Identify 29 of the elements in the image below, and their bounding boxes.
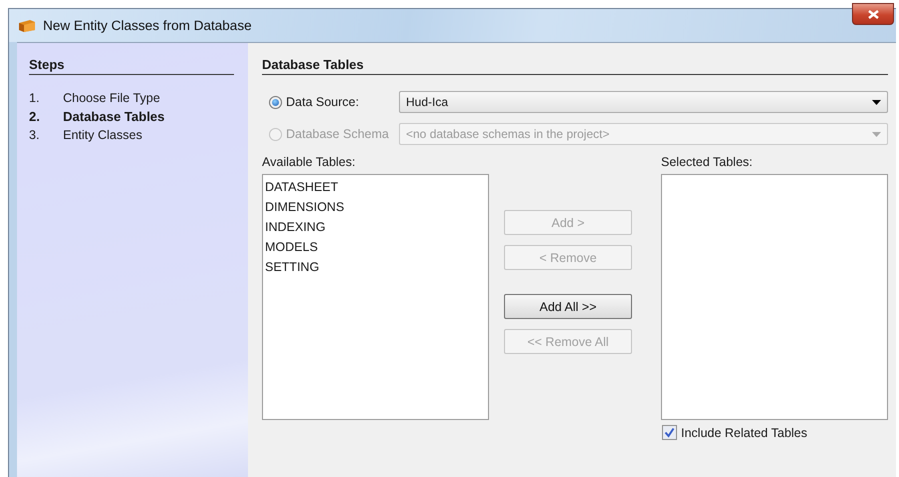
- list-item[interactable]: MODELS: [265, 237, 486, 257]
- section-heading: Database Tables: [262, 57, 888, 75]
- window-title: New Entity Classes from Database: [43, 18, 252, 33]
- dropdown-arrow-icon: [872, 132, 881, 136]
- close-icon: [868, 10, 878, 18]
- close-button[interactable]: [852, 3, 894, 25]
- dropdown[interactable]: Hud-Ica: [399, 91, 888, 113]
- add-all-button[interactable]: Add All >>: [504, 294, 632, 319]
- available-tables-list[interactable]: DATASHEET DIMENSIONS INDEXING MODELS SETTING: [262, 174, 489, 420]
- checkbox-label: Include Related Tables: [681, 426, 808, 440]
- list-item[interactable]: SETTING: [265, 257, 486, 277]
- step-number: 3.: [29, 128, 40, 142]
- step-number: 1.: [29, 91, 40, 105]
- step-label[interactable]: Database Tables: [63, 109, 165, 124]
- list-item[interactable]: DATASHEET: [265, 177, 486, 197]
- radio-label: Data Source:: [286, 95, 360, 109]
- list-item[interactable]: INDEXING: [265, 217, 486, 237]
- radio-button[interactable]: [269, 96, 282, 108]
- step-label[interactable]: Entity Classes: [63, 128, 142, 142]
- selected-tables-label: Selected Tables:: [661, 155, 754, 169]
- list-item[interactable]: DIMENSIONS: [265, 197, 486, 217]
- app-icon: [18, 18, 36, 32]
- available-tables-label: Available Tables:: [262, 155, 356, 169]
- step-number: 2.: [29, 109, 41, 124]
- step-label[interactable]: Choose File Type: [63, 91, 160, 105]
- steps-heading: Steps: [29, 57, 234, 75]
- checkbox[interactable]: [662, 425, 677, 440]
- radio-label: Database Schema: [286, 127, 390, 141]
- dropdown-arrow-icon: [872, 100, 881, 104]
